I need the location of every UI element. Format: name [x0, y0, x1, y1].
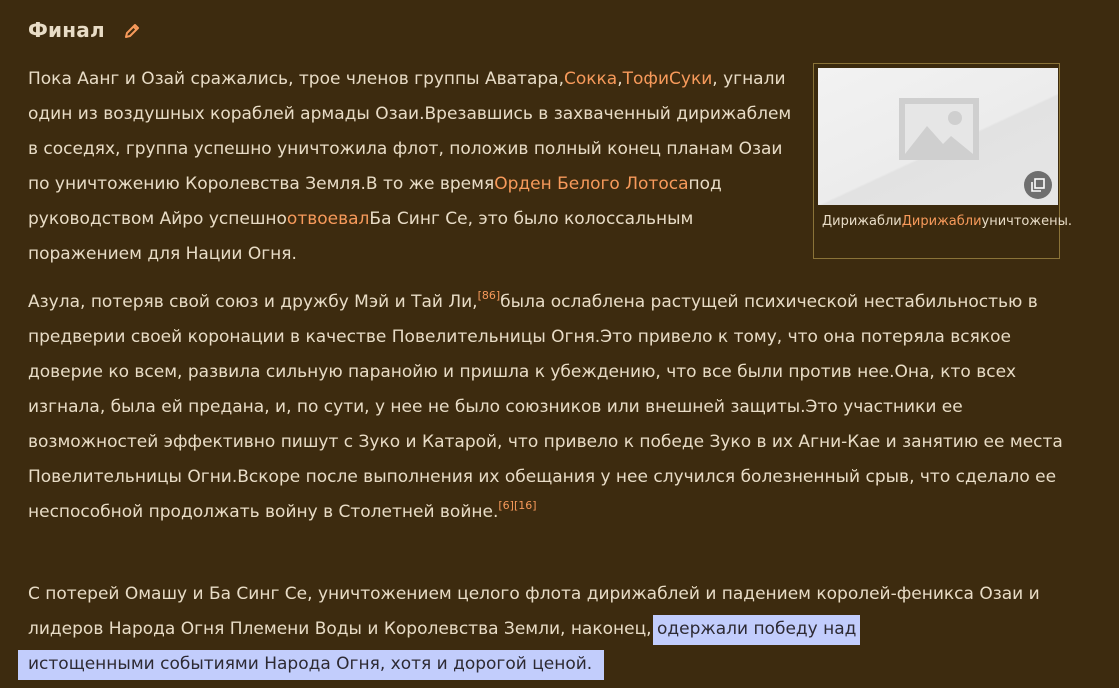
article-page: Финал Пока Аанг и Озай сражались, трое ч…: [0, 0, 1119, 688]
caption-text: уничтожены.: [981, 214, 1072, 229]
selected-text[interactable]: истощенными событиями Народа Огня, хотя …: [18, 650, 605, 680]
image-placeholder-icon: [899, 98, 979, 160]
paragraph-2: Азула, потеряв свой союз и дружбу Мэй и …: [28, 285, 1078, 530]
link-toph[interactable]: Тофи: [623, 69, 669, 89]
paragraph-text: Пока Аанг и Озай сражались, трое членов …: [28, 69, 564, 89]
paragraph-1: Пока Аанг и Озай сражались, трое членов …: [28, 62, 798, 272]
reference-16[interactable]: [16]: [514, 499, 537, 512]
section-heading: Финал: [28, 18, 141, 42]
paragraph-text: была ослаблена растущей психической нест…: [28, 292, 1063, 522]
reference-6[interactable]: [6]: [498, 499, 514, 512]
figure-thumbnail: ДирижаблиДирижаблиуничтожены.: [813, 63, 1072, 259]
paragraph-text: С потерей Омашу и Ба Синг Се, уничтожени…: [28, 584, 1040, 639]
expand-image-button[interactable]: [1024, 171, 1052, 199]
pencil-icon[interactable]: [123, 21, 141, 39]
paragraph-3: С потерей Омашу и Ба Синг Се, уничтожени…: [18, 577, 1078, 682]
caption-text: Дирижабли: [822, 214, 902, 229]
link-order-white-lotus[interactable]: Орден Белого Лотоса: [494, 174, 688, 194]
link-reclaimed[interactable]: отвоевал: [287, 209, 370, 229]
link-suki[interactable]: Суки: [669, 69, 712, 89]
expand-icon: [1031, 178, 1045, 192]
selected-text[interactable]: одержали победу над: [652, 615, 861, 645]
link-sokka[interactable]: Сокка: [564, 69, 617, 89]
reference-86[interactable]: [86]: [478, 289, 501, 302]
figure-caption: ДирижаблиДирижаблиуничтожены.: [822, 212, 1072, 232]
paragraph-text: Азула, потеряв свой союз и дружбу Мэй и …: [28, 292, 478, 312]
caption-link-airships[interactable]: Дирижабли: [902, 214, 982, 229]
figure-image[interactable]: [818, 68, 1058, 205]
section-title: Финал: [28, 18, 105, 42]
